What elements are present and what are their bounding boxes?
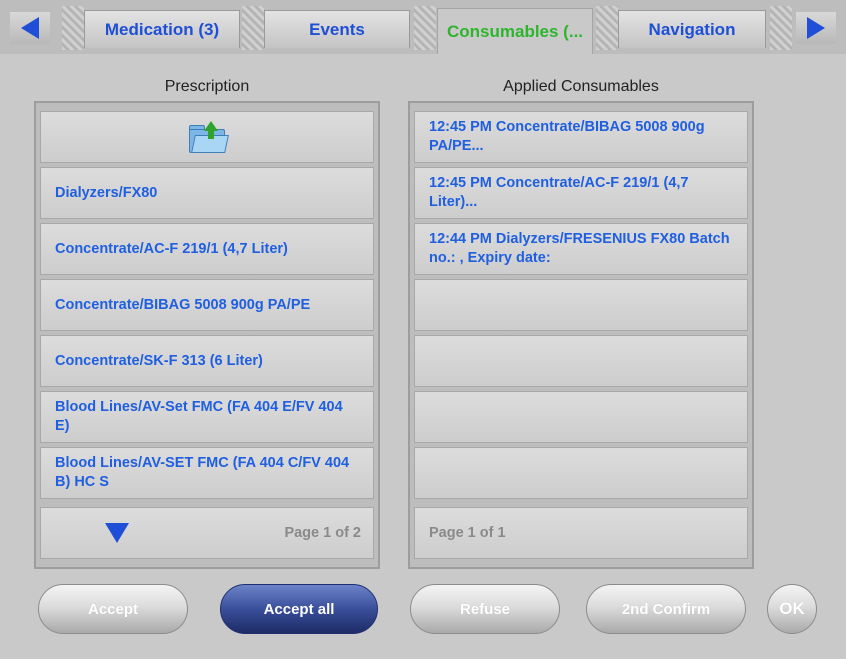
tab-separator: [596, 6, 618, 50]
applied-consumables-title: Applied Consumables: [503, 78, 659, 95]
tab-separator: [242, 6, 264, 50]
list-item-label: Dialyzers/FX80: [55, 184, 158, 201]
folder-up-icon: [189, 121, 229, 153]
list-item-label: Blood Lines/AV-Set FMC (FA 404 E/FV 404 …: [55, 399, 343, 434]
list-item-empty: [414, 391, 748, 443]
page-down-icon[interactable]: [105, 523, 129, 543]
list-item-label: Blood Lines/AV-SET FMC (FA 404 C/FV 404 …: [55, 455, 350, 490]
list-item[interactable]: Blood Lines/AV-Set FMC (FA 404 E/FV 404 …: [40, 391, 374, 443]
list-item[interactable]: Dialyzers/FX80: [40, 167, 374, 219]
accept-button[interactable]: Accept: [38, 584, 188, 634]
page-indicator: Page 1 of 2: [284, 524, 361, 541]
list-item-label: Concentrate/AC-F 219/1 (4,7 Liter): [55, 240, 288, 257]
list-item[interactable]: Concentrate/BIBAG 5008 900g PA/PE: [40, 279, 374, 331]
list-item-label: 12:44 PM Dialyzers/FRESENIUS FX80 Batch …: [429, 231, 730, 266]
list-item-empty: [414, 447, 748, 499]
ok-button[interactable]: OK: [767, 584, 817, 634]
list-item-label: Concentrate/SK-F 313 (6 Liter): [55, 352, 263, 369]
tab-separator: [62, 6, 84, 50]
tab-scroll-left-button[interactable]: [10, 12, 50, 44]
left-arrow-icon: [21, 17, 39, 39]
folder-up-button[interactable]: [40, 111, 374, 163]
prescription-pager: Page 1 of 2: [40, 507, 374, 559]
tab-separator: [770, 6, 792, 50]
tab-scroll-right-button[interactable]: [796, 12, 836, 44]
list-item[interactable]: 12:44 PM Dialyzers/FRESENIUS FX80 Batch …: [414, 223, 748, 275]
applied-pager: Page 1 of 1: [414, 507, 748, 559]
prescription-title: Prescription: [164, 78, 250, 95]
second-confirm-button[interactable]: 2nd Confirm: [586, 584, 746, 634]
list-item[interactable]: 12:45 PM Concentrate/BIBAG 5008 900g PA/…: [414, 111, 748, 163]
tab-medication[interactable]: Medication (3): [84, 10, 240, 48]
list-item-empty: [414, 335, 748, 387]
list-item-empty: [414, 279, 748, 331]
list-item-label: Concentrate/BIBAG 5008 900g PA/PE: [55, 296, 311, 313]
list-item[interactable]: Concentrate/AC-F 219/1 (4,7 Liter): [40, 223, 374, 275]
tab-consumables[interactable]: Consumables (...: [437, 8, 593, 54]
prescription-list: Dialyzers/FX80 Concentrate/AC-F 219/1 (4…: [34, 101, 380, 569]
applied-consumables-list: 12:45 PM Concentrate/BIBAG 5008 900g PA/…: [408, 101, 754, 569]
tab-bar: Medication (3) Events Consumables (... N…: [0, 0, 846, 54]
refuse-button[interactable]: Refuse: [410, 584, 560, 634]
tab-events[interactable]: Events: [264, 10, 410, 48]
tab-separator: [414, 6, 436, 50]
page-indicator: Page 1 of 1: [429, 524, 506, 541]
list-item[interactable]: Concentrate/SK-F 313 (6 Liter): [40, 335, 374, 387]
tab-navigation[interactable]: Navigation: [618, 10, 766, 48]
accept-all-button[interactable]: Accept all: [220, 584, 378, 634]
list-item[interactable]: 12:45 PM Concentrate/AC-F 219/1 (4,7 Lit…: [414, 167, 748, 219]
list-item-label: 12:45 PM Concentrate/AC-F 219/1 (4,7 Lit…: [429, 175, 689, 210]
right-arrow-icon: [807, 17, 825, 39]
list-item[interactable]: Blood Lines/AV-SET FMC (FA 404 C/FV 404 …: [40, 447, 374, 499]
list-item-label: 12:45 PM Concentrate/BIBAG 5008 900g PA/…: [429, 119, 705, 154]
